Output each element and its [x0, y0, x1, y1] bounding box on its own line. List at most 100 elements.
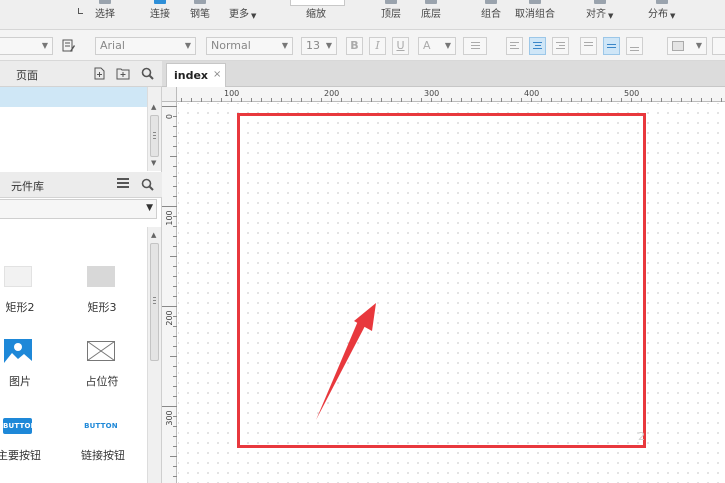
font-size-select[interactable]: 13 ▼	[301, 37, 337, 55]
vertical-ruler: 0 100 200 300	[162, 102, 177, 483]
list-icon	[470, 42, 480, 49]
rectangle-light-icon	[4, 266, 32, 287]
scroll-up-icon[interactable]: ▲	[151, 231, 156, 239]
fill-color-select[interactable]: ▼	[667, 37, 707, 55]
chevron-down-icon: ▼	[325, 41, 332, 50]
chevron-down-icon: ▼	[146, 203, 153, 213]
format-painter-icon[interactable]	[62, 39, 75, 52]
distribute-icon	[656, 0, 668, 4]
main-toolbar: 选择 连接 钢笔 更多 ▼ 缩放 顶层 底层 组合 取消组合 对齐 ▼ 分布 ▼	[0, 0, 725, 30]
align-left-button[interactable]	[506, 37, 523, 55]
format-toolbar: ▼ Arial ▼ Normal ▼ 13 ▼ B I U A ▼ ▼	[0, 30, 725, 61]
send-to-back-icon	[425, 0, 437, 4]
add-folder-icon[interactable]	[116, 67, 130, 83]
border-style-button[interactable]	[712, 37, 725, 55]
ruler-label-400: 400	[524, 89, 539, 98]
ruler-label-0: 0	[165, 114, 174, 119]
ruler-label-300: 300	[165, 410, 174, 425]
bullet-list-button[interactable]	[463, 37, 487, 55]
horizontal-ruler: 100 200 300 400 500	[162, 87, 725, 102]
align-right-button[interactable]	[552, 37, 569, 55]
zoom-control[interactable]: 缩放	[306, 0, 326, 30]
bring-to-front-button[interactable]: 顶层	[381, 0, 401, 30]
align-bottom-icon	[630, 47, 639, 51]
connect-icon	[154, 0, 166, 4]
distribute-button[interactable]: 分布 ▼	[648, 0, 675, 30]
pen-tool-button[interactable]: 钢笔	[190, 0, 210, 30]
library-scroll-thumb[interactable]	[150, 243, 159, 361]
library-scrollbar[interactable]: ▲	[147, 227, 161, 483]
ruler-label-100: 100	[165, 210, 174, 225]
placeholder-icon	[87, 341, 115, 361]
send-to-back-button[interactable]: 底层	[421, 0, 441, 30]
align-middle-button[interactable]	[603, 37, 620, 55]
group-icon	[485, 0, 497, 4]
bold-button[interactable]: B	[346, 37, 363, 55]
bring-to-front-icon	[385, 0, 397, 4]
underline-button[interactable]: U	[392, 37, 409, 55]
italic-button[interactable]: I	[369, 37, 386, 55]
menu-icon[interactable]	[117, 177, 129, 192]
align-center-icon	[533, 42, 542, 49]
ruler-label-200: 200	[324, 89, 339, 98]
widget-primary-button[interactable]: BUTTON 主要按钮	[0, 416, 44, 462]
left-panel: 页面 ▲ ▼ 元件库 ▼ ▲ 矩形2 矩形3 图片 占位符 BUTTON 主要按…	[0, 61, 162, 483]
chevron-down-icon: ▼	[608, 12, 614, 20]
ruler-label-500: 500	[624, 89, 639, 98]
chevron-down-icon: ▼	[695, 41, 702, 50]
align-top-icon	[584, 42, 593, 46]
chevron-down-icon: ▼	[281, 41, 288, 50]
pages-scroll-thumb[interactable]	[150, 115, 159, 157]
align-icon	[594, 0, 606, 4]
ruler-label-100: 100	[224, 89, 239, 98]
more-tools-button[interactable]: 更多 ▼	[229, 0, 256, 30]
selected-page-row[interactable]	[0, 87, 147, 107]
search-icon[interactable]	[141, 67, 154, 83]
chevron-down-icon: ▼	[41, 41, 48, 50]
design-canvas[interactable]: 2	[178, 103, 725, 483]
chevron-down-icon: ▼	[444, 41, 451, 50]
group-button[interactable]: 组合	[481, 0, 501, 30]
ruler-corner	[162, 87, 177, 102]
font-style-select[interactable]: Normal ▼	[206, 37, 293, 55]
watermark-text: 2	[638, 430, 645, 443]
search-icon[interactable]	[141, 178, 154, 194]
font-family-select[interactable]: Arial ▼	[95, 37, 196, 55]
scroll-down-icon[interactable]: ▼	[151, 159, 156, 167]
rectangle-gray-icon	[87, 266, 115, 287]
align-bottom-button[interactable]	[626, 37, 643, 55]
ungroup-button[interactable]: 取消组合	[515, 0, 555, 30]
align-top-button[interactable]	[580, 37, 597, 55]
pages-scrollbar[interactable]: ▲ ▼	[147, 87, 161, 171]
scroll-up-icon[interactable]: ▲	[151, 103, 156, 111]
primary-button-preview: BUTTON	[3, 418, 37, 434]
library-select[interactable]: ▼	[0, 199, 157, 219]
style-select[interactable]: ▼	[0, 37, 53, 55]
widget-rectangle2[interactable]: 矩形2	[0, 266, 40, 314]
pen-icon	[194, 0, 206, 4]
ungroup-icon	[529, 0, 541, 4]
chevron-down-icon: ▼	[184, 41, 191, 50]
pages-panel-header: 页面	[0, 61, 162, 87]
select-tool-button[interactable]: 选择	[95, 0, 115, 30]
close-icon[interactable]: ×	[213, 69, 221, 80]
connect-tool-button[interactable]: 连接	[150, 0, 170, 30]
select-corner-icon	[78, 8, 83, 14]
axure-window: 选择 连接 钢笔 更多 ▼ 缩放 顶层 底层 组合 取消组合 对齐 ▼ 分布 ▼…	[0, 0, 725, 483]
canvas-overlay: 2	[237, 113, 646, 448]
widget-image[interactable]: 图片	[0, 339, 40, 388]
widget-placeholder[interactable]: 占位符	[82, 339, 122, 388]
align-button[interactable]: 对齐 ▼	[586, 0, 613, 30]
rectangle-shape[interactable]	[237, 113, 646, 448]
ruler-label-300: 300	[424, 89, 439, 98]
link-button-preview: BUTTON	[84, 422, 118, 430]
tab-index[interactable]: index ×	[166, 63, 226, 87]
add-page-icon[interactable]	[93, 67, 106, 83]
align-left-icon	[510, 42, 519, 49]
align-center-button[interactable]	[529, 37, 546, 55]
widget-rectangle3[interactable]: 矩形3	[82, 266, 122, 314]
chevron-down-icon: ▼	[670, 12, 676, 20]
font-color-select[interactable]: A ▼	[418, 37, 456, 55]
widget-link-button[interactable]: BUTTON 链接按钮	[80, 416, 126, 462]
image-icon	[4, 339, 32, 363]
